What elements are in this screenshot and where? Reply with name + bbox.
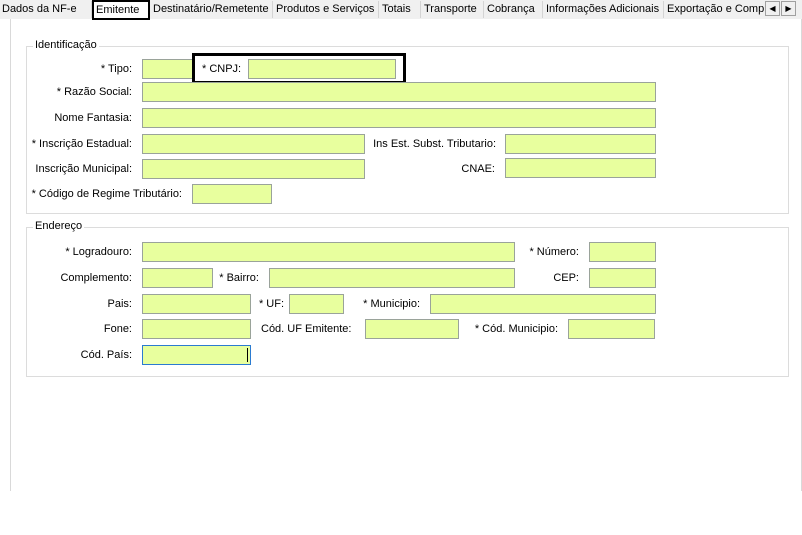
- ie-subst-tributario-label: Ins Est. Subst. Tributario:: [373, 138, 496, 150]
- cnpj-field[interactable]: [248, 59, 396, 79]
- cnae-field[interactable]: [505, 158, 656, 178]
- tab-cobranca[interactable]: Cobrança: [485, 1, 543, 18]
- tab-exportacao-compras[interactable]: Exportação e Compras: [665, 1, 765, 18]
- complemento-field[interactable]: [142, 268, 213, 288]
- inscricao-municipal-label: Inscrição Municipal:: [35, 163, 132, 175]
- logradouro-field[interactable]: [142, 242, 515, 262]
- uf-label: * UF:: [258, 298, 284, 310]
- pais-label: Pais:: [107, 298, 132, 310]
- regime-tributario-label: * Código de Regime Tributário:: [31, 188, 182, 200]
- cod-municipio-field[interactable]: [568, 319, 655, 339]
- cnae-label: CNAE:: [461, 163, 495, 175]
- razao-social-field[interactable]: [142, 82, 656, 102]
- tab-dados-nfe[interactable]: Dados da NF-e: [0, 1, 92, 18]
- regime-tributario-field[interactable]: [192, 184, 272, 204]
- fone-field[interactable]: [142, 319, 251, 339]
- municipio-label: * Municipio:: [363, 298, 420, 310]
- endereco-legend: Endereço: [33, 220, 85, 232]
- tipo-field[interactable]: [142, 59, 194, 79]
- bairro-field[interactable]: [269, 268, 515, 288]
- municipio-field[interactable]: [430, 294, 656, 314]
- tab-informacoes-adicionais[interactable]: Informações Adicionais: [544, 1, 664, 18]
- cod-uf-emitente-field[interactable]: [365, 319, 459, 339]
- nome-fantasia-field[interactable]: [142, 108, 656, 128]
- cnpj-label: * CNPJ:: [202, 63, 242, 75]
- cod-uf-emitente-label: Cód. UF Emitente:: [261, 323, 352, 335]
- tab-destinatario-remetente[interactable]: Destinatário/Remetente: [151, 1, 273, 18]
- cod-pais-field[interactable]: [142, 345, 251, 365]
- tab-transporte[interactable]: Transporte: [422, 1, 484, 18]
- complemento-label: Complemento:: [60, 272, 132, 284]
- nome-fantasia-label: Nome Fantasia:: [54, 112, 132, 124]
- cep-field[interactable]: [589, 268, 656, 288]
- cod-municipio-label: * Cód. Municipio:: [474, 323, 558, 335]
- razao-social-label: * Razão Social:: [56, 86, 132, 98]
- text-cursor: [247, 348, 248, 362]
- tab-totais[interactable]: Totais: [380, 1, 421, 18]
- fone-label: Fone:: [103, 323, 132, 335]
- identificacao-legend: Identificação: [33, 39, 99, 51]
- tipo-label: * Tipo:: [100, 63, 132, 75]
- cep-label: CEP:: [553, 272, 579, 284]
- tab-scroll-left-button[interactable]: ◀: [765, 1, 780, 16]
- tab-strip: Dados da NF-e Emitente Destinatário/Reme…: [0, 0, 802, 20]
- logradouro-label: * Logradouro:: [65, 246, 132, 258]
- numero-field[interactable]: [589, 242, 656, 262]
- cod-pais-label: Cód. País:: [80, 349, 132, 361]
- uf-field[interactable]: [289, 294, 344, 314]
- bairro-label: * Bairro:: [219, 272, 259, 284]
- inscricao-estadual-field[interactable]: [142, 134, 365, 154]
- tab-scroll-right-button[interactable]: ▶: [781, 1, 796, 16]
- ie-subst-tributario-field[interactable]: [505, 134, 656, 154]
- tab-produtos-servicos[interactable]: Produtos e Serviços: [274, 1, 379, 18]
- inscricao-municipal-field[interactable]: [142, 159, 365, 179]
- numero-label: * Número:: [529, 246, 579, 258]
- tab-emitente[interactable]: Emitente: [92, 0, 150, 20]
- inscricao-estadual-label: * Inscrição Estadual:: [31, 138, 132, 150]
- pais-field[interactable]: [142, 294, 251, 314]
